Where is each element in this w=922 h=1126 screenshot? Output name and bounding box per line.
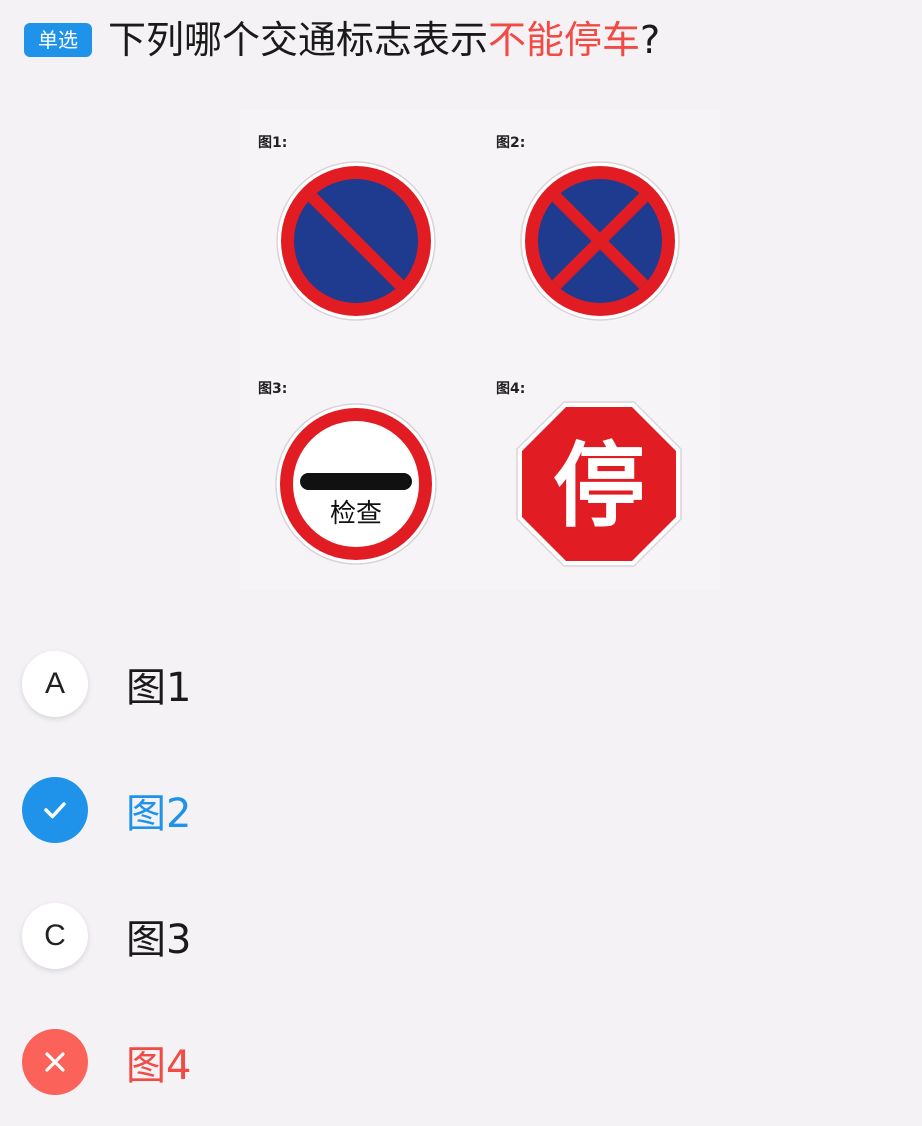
option-a-label: 图1 — [126, 665, 192, 711]
option-b-label: 图2 — [126, 791, 192, 837]
figure-label-1: 图1: — [258, 135, 288, 151]
question-text: 下列哪个交通标志表示不能停车? — [108, 12, 660, 68]
stop-octagon-sign-icon: 停 — [516, 401, 682, 567]
sign-3-text: 检查 — [330, 499, 382, 529]
no-stopping-sign-icon — [520, 161, 680, 321]
option-b[interactable]: 图2 — [22, 776, 191, 844]
question-figure: 图1: 图2: 图3: 图4: 检查 停 — [240, 110, 720, 590]
option-c-marker: C — [22, 903, 88, 969]
checkmark-icon — [44, 802, 66, 819]
cross-icon — [45, 1052, 65, 1072]
option-d-label: 图4 — [126, 1043, 192, 1089]
option-c[interactable]: C 图3 — [22, 902, 191, 970]
option-c-label: 图3 — [126, 917, 192, 963]
option-a[interactable]: A 图1 — [22, 650, 191, 718]
option-d[interactable]: 图4 — [22, 1028, 191, 1096]
question-text-highlight: 不能停车 — [488, 18, 641, 62]
question-header: 单选 下列哪个交通标志表示不能停车? — [24, 12, 660, 68]
question-text-end: ? — [640, 18, 661, 62]
figure-label-2: 图2: — [496, 135, 526, 151]
figure-label-3: 图3: — [258, 381, 288, 397]
option-d-marker — [22, 1029, 88, 1095]
no-parking-sign-icon — [276, 161, 436, 321]
question-type-badge: 单选 — [24, 23, 92, 57]
inspection-stop-sign-icon: 检查 — [275, 403, 437, 565]
figure-label-4: 图4: — [496, 381, 526, 397]
option-a-marker: A — [22, 651, 88, 717]
option-b-marker — [22, 777, 88, 843]
sign-4-text: 停 — [553, 433, 645, 540]
question-text-main: 下列哪个交通标志表示 — [108, 18, 489, 62]
